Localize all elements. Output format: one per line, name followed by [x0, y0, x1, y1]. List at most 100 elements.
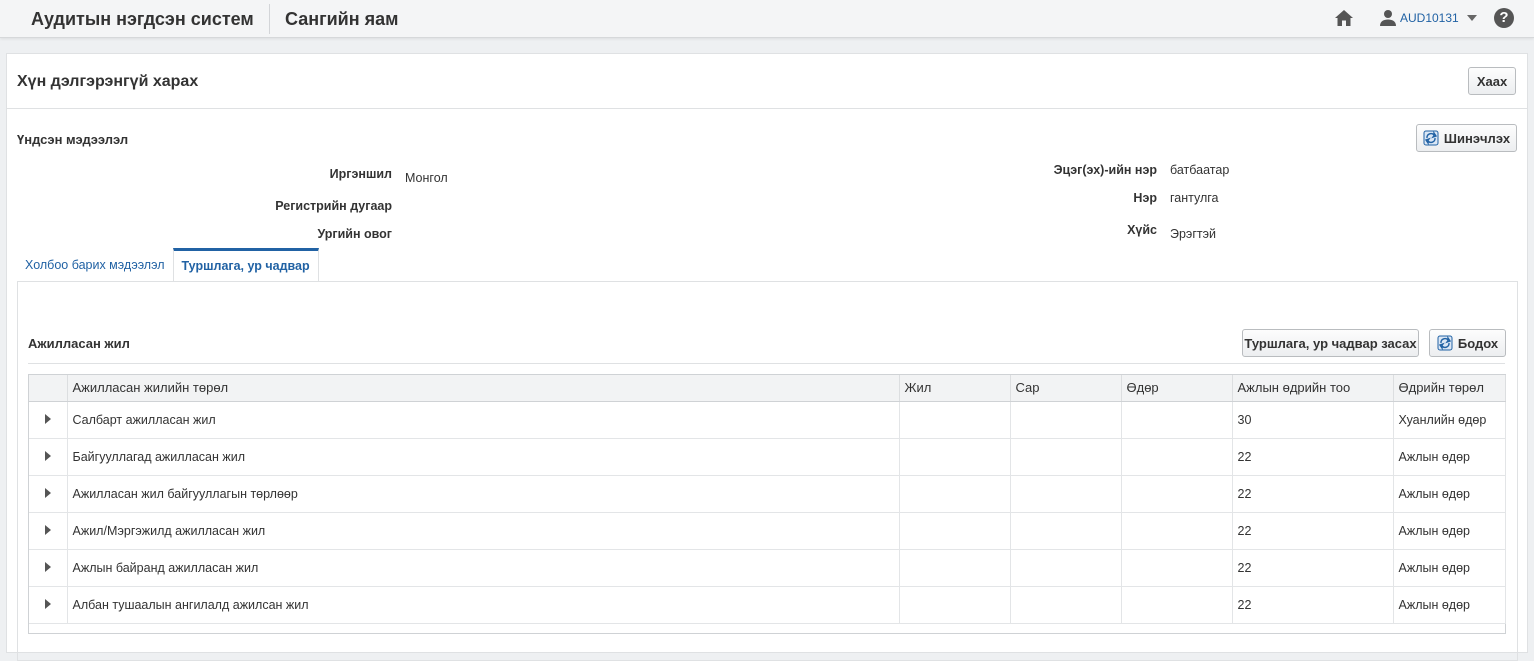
table-cell — [899, 512, 1011, 550]
table-cell: Ажлын өдөр — [1393, 586, 1506, 624]
citizenship-value: Монгол — [405, 171, 448, 185]
table-row[interactable]: Албан тушаалын ангилалд ажилсан жил 22 Ажл… — [29, 586, 1506, 624]
user-menu[interactable]: AUD10131 — [1379, 9, 1477, 27]
parent-name-value: батбаатар — [1170, 163, 1230, 177]
calculate-icon — [1437, 335, 1453, 351]
table-cell — [1010, 586, 1122, 624]
table-cell — [1121, 438, 1233, 476]
expand-arrow-icon[interactable] — [44, 413, 51, 424]
table-cell — [1121, 475, 1233, 513]
table-row[interactable]: Ажилласан жил байгууллагын төрлөөр 22 Ажлы… — [29, 475, 1506, 513]
table-cell — [1010, 512, 1122, 550]
row-expand-cell[interactable] — [29, 401, 68, 439]
calculate-button-label: Бодох — [1457, 335, 1499, 351]
table-cell: Ажлын өдөр — [1393, 549, 1506, 587]
card-header: Хүн дэлгэрэнгүй харах Хаах — [7, 54, 1527, 109]
table-cell: Ажил/Мэргэжилд ажилласан жил — [67, 512, 900, 550]
tab-bar: Холбоо барих мэдээлэл Туршлага, ур чадва… — [17, 248, 319, 282]
column-header[interactable]: Өдөр — [1121, 375, 1233, 402]
table-cell — [1121, 401, 1233, 439]
tab-contact-info[interactable]: Холбоо барих мэдээлэл — [17, 248, 173, 282]
chevron-down-icon — [1466, 15, 1477, 21]
first-name-label: Нэр — [1133, 191, 1157, 205]
table-cell: 22 — [1232, 438, 1394, 476]
experience-tab-panel: Ажилласан жил Туршлага, ур чадвар засах … — [17, 281, 1518, 661]
help-icon[interactable]: ? — [1494, 8, 1514, 28]
person-detail-card: Хүн дэлгэрэнгүй харах Хаах Үндсэн мэдээл… — [6, 53, 1528, 661]
table-cell: 30 — [1232, 401, 1394, 439]
table-cell: Ажилласан жил байгууллагын төрлөөр — [67, 475, 900, 513]
table-row[interactable]: Байгууллагад ажилласан жил 22 Ажлын өдөр — [29, 438, 1506, 476]
table-cell — [899, 475, 1011, 513]
edit-experience-button[interactable]: Туршлага, ур чадвар засах — [1242, 329, 1419, 357]
first-name-value: гантулга — [1170, 191, 1219, 205]
work-years-table: Ажилласан жилийн төрөл Жил Сар Өдөр Ажлы… — [28, 374, 1506, 634]
expand-column-header — [29, 375, 68, 402]
work-years-title: Ажилласан жил — [28, 336, 130, 351]
table-cell — [1010, 438, 1122, 476]
table-cell: 22 — [1232, 549, 1394, 587]
column-header[interactable]: Ажлын өдрийн тоо — [1232, 375, 1394, 402]
tab-experience-skills[interactable]: Туршлага, ур чадвар — [172, 248, 319, 282]
table-cell — [899, 438, 1011, 476]
table-cell — [899, 401, 1011, 439]
gender-value: Эрэгтэй — [1170, 227, 1216, 241]
table-cell: Байгууллагад ажилласан жил — [67, 438, 900, 476]
table-row[interactable]: Ажил/Мэргэжилд ажилласан жил 22 Ажлын өдөр — [29, 512, 1506, 550]
home-icon[interactable] — [1334, 9, 1354, 27]
row-expand-cell[interactable] — [29, 475, 68, 513]
user-icon — [1380, 10, 1396, 26]
top-header: Аудитын нэгдсэн систем Сангийн яам AUD10… — [0, 0, 1534, 38]
table-cell: Салбарт ажилласан жил — [67, 401, 900, 439]
table-cell: Албан тушаалын ангилалд ажилсан жил — [67, 586, 900, 624]
table-cell: 22 — [1232, 586, 1394, 624]
clan-name-label: Ургийн овог — [317, 227, 392, 241]
expand-arrow-icon[interactable] — [44, 487, 51, 498]
table-cell: 22 — [1232, 475, 1394, 513]
table-cell — [899, 549, 1011, 587]
table-cell — [1121, 512, 1233, 550]
column-header[interactable]: Өдрийн төрөл — [1393, 375, 1506, 402]
refresh-button[interactable]: Шинэчлэх — [1416, 124, 1517, 152]
row-expand-cell[interactable] — [29, 586, 68, 624]
column-header[interactable]: Жил — [899, 375, 1011, 402]
table-cell — [899, 586, 1011, 624]
table-header-row: Ажилласан жилийн төрөл Жил Сар Өдөр Ажлы… — [29, 375, 1506, 402]
expand-arrow-icon[interactable] — [44, 598, 51, 609]
table-cell — [1010, 475, 1122, 513]
refresh-button-label: Шинэчлэх — [1443, 130, 1511, 146]
table-cell: Ажлын өдөр — [1393, 438, 1506, 476]
table-cell: 22 — [1232, 512, 1394, 550]
table-row[interactable]: Ажлын байранд ажилласан жил 22 Ажлын өдөр — [29, 549, 1506, 587]
basic-info-title: Үндсэн мэдээлэл — [17, 132, 129, 147]
organization-title: Сангийн яам — [285, 9, 399, 29]
page-title: Хүн дэлгэрэнгүй харах — [17, 73, 199, 90]
table-cell — [1121, 549, 1233, 587]
expand-arrow-icon[interactable] — [44, 561, 51, 572]
header-divider — [269, 4, 270, 34]
expand-arrow-icon[interactable] — [44, 450, 51, 461]
column-header[interactable]: Ажилласан жилийн төрөл — [67, 375, 900, 402]
table-cell — [1010, 401, 1122, 439]
section-divider — [28, 363, 1505, 364]
table-cell — [1121, 586, 1233, 624]
gender-label: Хүйс — [1127, 223, 1157, 237]
expand-arrow-icon[interactable] — [44, 524, 51, 535]
table-row[interactable]: Салбарт ажилласан жил 30 Хуанлийн өдөр — [29, 401, 1506, 439]
close-button[interactable]: Хаах — [1468, 67, 1516, 95]
app-title: Аудитын нэгдсэн систем — [31, 9, 254, 29]
row-expand-cell[interactable] — [29, 438, 68, 476]
user-name: AUD10131 — [1400, 11, 1459, 25]
table-cell: Ажлын өдөр — [1393, 475, 1506, 513]
table-cell: Хуанлийн өдөр — [1393, 401, 1506, 439]
table-cell: Ажлын байранд ажилласан жил — [67, 549, 900, 587]
citizenship-label: Иргэншил — [329, 167, 392, 181]
table-cell — [1010, 549, 1122, 587]
calculate-button[interactable]: Бодох — [1429, 329, 1506, 357]
table-cell: Ажлын өдөр — [1393, 512, 1506, 550]
column-header[interactable]: Сар — [1010, 375, 1122, 402]
row-expand-cell[interactable] — [29, 512, 68, 550]
parent-name-label: Эцэг(эх)-ийн нэр — [1053, 163, 1157, 177]
refresh-icon — [1423, 130, 1439, 146]
row-expand-cell[interactable] — [29, 549, 68, 587]
